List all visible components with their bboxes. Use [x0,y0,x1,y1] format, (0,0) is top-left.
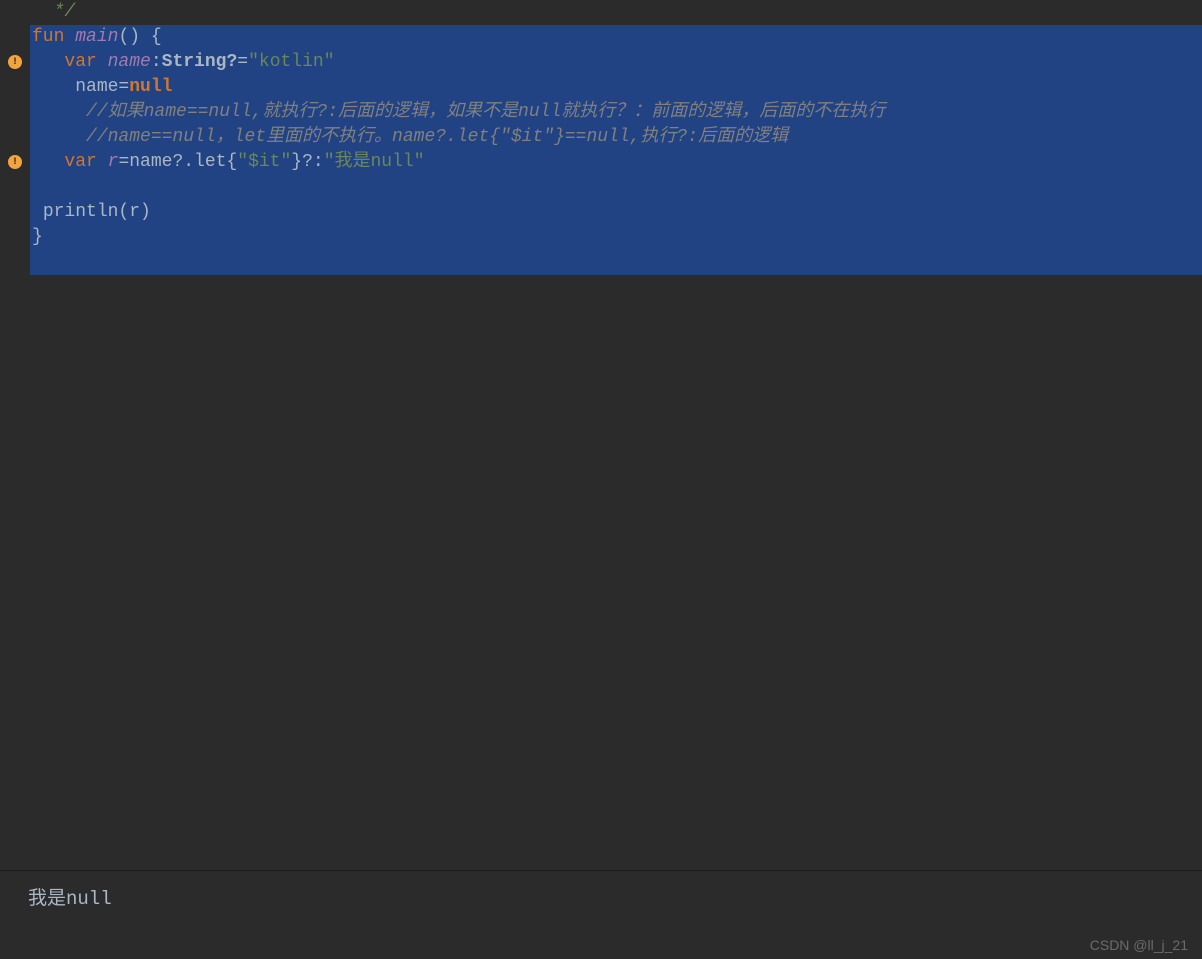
warning-icon[interactable] [8,155,22,169]
code-lines-container: */ fun main() { var name:String?="kotlin"… [30,0,1202,275]
code-editor[interactable]: */ fun main() { var name:String?="kotlin"… [0,0,1202,870]
code-token: = [237,52,248,72]
code-line[interactable]: name=null [30,75,1202,100]
code-token: =name?.let{ [118,152,237,172]
code-token: println(r) [43,202,151,222]
code-token: //name==null，let里面的不执行。name?.let{"$it"}=… [86,127,788,147]
code-line[interactable]: var name:String?="kotlin" [30,50,1202,75]
code-line[interactable]: */ [30,0,1202,25]
code-token: " [237,152,248,172]
code-token: }?: [291,152,323,172]
warning-icon[interactable] [8,55,22,69]
code-token: main [75,27,118,47]
code-line[interactable]: //如果name==null,就执行?:后面的逻辑，如果不是null就执行？：前… [30,100,1202,125]
code-line[interactable] [30,175,1202,200]
code-token: "kotlin" [248,52,334,72]
code-line[interactable]: var r=name?.let{"$it"}?:"我是null" [30,150,1202,175]
code-token: $it [248,152,280,172]
code-token: var [64,152,107,172]
code-token: "我是null" [324,152,425,172]
code-line[interactable]: } [30,225,1202,250]
code-token: } [32,227,43,247]
console-panel[interactable]: 我是null [0,870,1202,959]
code-token: " [280,152,291,172]
code-token: null [129,77,172,97]
code-token: : [151,52,162,72]
code-token: //如果name==null,就执行?:后面的逻辑，如果不是null就执行？：前… [86,102,885,122]
code-token: fun [32,27,75,47]
watermark-text: CSDN @ll_j_21 [1090,937,1188,953]
code-token: var [64,52,107,72]
code-token: name [108,52,151,72]
code-line[interactable] [30,250,1202,275]
code-token: */ [54,2,76,22]
editor-gutter [0,0,30,870]
code-token: name= [75,77,129,97]
console-output-text: 我是null [28,883,1174,910]
code-token: String? [162,52,238,72]
code-line[interactable]: fun main() { [30,25,1202,50]
code-line[interactable]: //name==null，let里面的不执行。name?.let{"$it"}=… [30,125,1202,150]
code-line[interactable]: println(r) [30,200,1202,225]
code-token: () { [118,27,161,47]
code-token: r [108,152,119,172]
